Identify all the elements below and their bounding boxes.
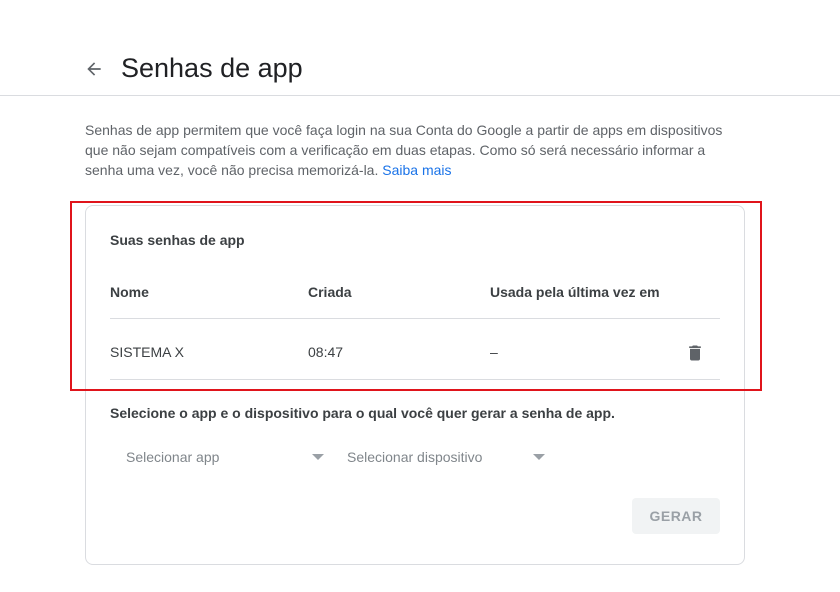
dropdown-arrow-icon <box>312 454 324 460</box>
learn-more-link[interactable]: Saiba mais <box>382 162 451 178</box>
header-divider <box>110 318 720 319</box>
select-device-label: Selecionar dispositivo <box>347 449 483 465</box>
intro-text: Senhas de app permitem que você faça log… <box>85 120 745 180</box>
generate-button[interactable]: GERAR <box>632 498 720 534</box>
select-device-dropdown[interactable]: Selecionar dispositivo <box>347 442 547 472</box>
generate-instructions: Selecione o app e o dispositivo para o q… <box>110 405 615 421</box>
dropdown-arrow-icon <box>533 454 545 460</box>
row-name: SISTEMA X <box>110 344 184 360</box>
row-last-used: – <box>490 344 498 360</box>
column-header-last-used: Usada pela última vez em <box>490 284 660 300</box>
arrow-back-icon <box>87 62 101 76</box>
delete-password-button[interactable] <box>684 342 706 364</box>
column-header-name: Nome <box>110 284 149 300</box>
passwords-section-title: Suas senhas de app <box>110 232 245 248</box>
row-divider <box>110 379 720 380</box>
app-passwords-card: Suas senhas de app Nome Criada Usada pel… <box>85 205 745 565</box>
app-passwords-page: Senhas de app Senhas de app permitem que… <box>0 0 840 592</box>
column-header-created: Criada <box>308 284 352 300</box>
row-created: 08:47 <box>308 344 344 360</box>
page-title: Senhas de app <box>121 53 303 83</box>
back-button[interactable] <box>80 55 108 83</box>
page-header: Senhas de app <box>0 0 840 96</box>
select-app-label: Selecionar app <box>126 449 220 465</box>
trash-icon <box>689 345 701 361</box>
select-app-dropdown[interactable]: Selecionar app <box>126 442 326 472</box>
